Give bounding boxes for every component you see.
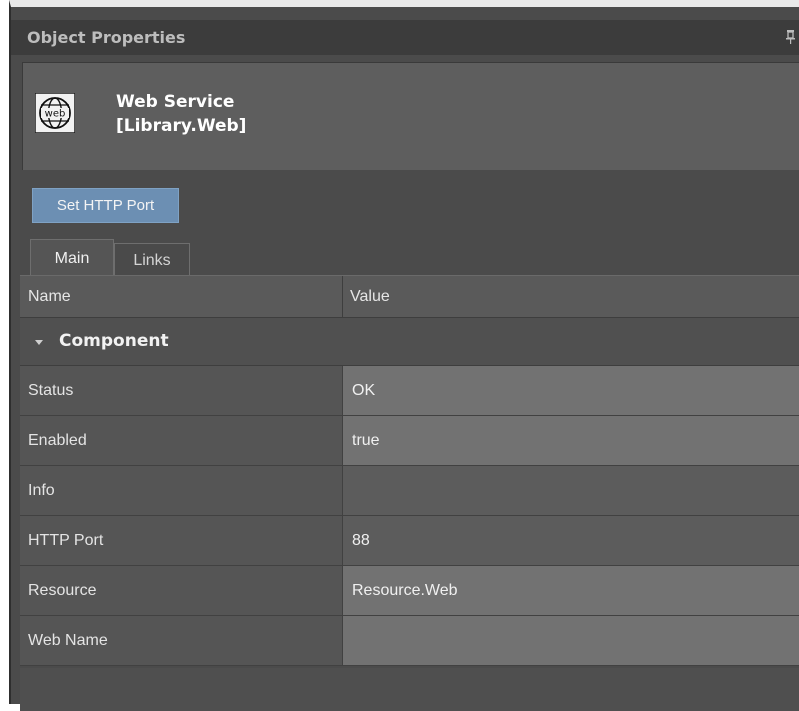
property-value[interactable]: Resource.Web: [342, 566, 799, 615]
group-row-component[interactable]: Component: [20, 318, 799, 366]
web-globe-icon: web: [35, 93, 75, 133]
set-http-port-button[interactable]: Set HTTP Port: [32, 188, 179, 223]
property-name: Enabled: [28, 431, 87, 449]
panel-title: Object Properties: [27, 28, 186, 47]
pin-icon[interactable]: [786, 30, 795, 44]
property-row-http-port[interactable]: HTTP Port 88: [20, 516, 799, 566]
tab-main[interactable]: Main: [30, 239, 114, 277]
property-row-web-name[interactable]: Web Name: [20, 616, 799, 666]
column-divider[interactable]: [342, 276, 343, 319]
column-header-name[interactable]: Name: [28, 288, 71, 306]
property-row-status[interactable]: Status OK: [20, 366, 799, 416]
property-name: Info: [28, 481, 55, 499]
property-name: Status: [28, 381, 74, 399]
object-header: web Web Service [Library.Web]: [22, 62, 799, 170]
property-name: Resource: [28, 581, 97, 599]
object-properties-panel: Object Properties web Web Service [Libra…: [9, 0, 799, 711]
grid-header: Name Value: [20, 275, 799, 319]
property-value[interactable]: 88: [342, 516, 799, 565]
chevron-down-icon[interactable]: [34, 339, 44, 346]
object-name: Web Service: [116, 92, 235, 112]
group-label: Component: [59, 331, 169, 351]
property-value[interactable]: [342, 466, 799, 515]
property-value[interactable]: [342, 616, 799, 665]
object-path: [Library.Web]: [116, 116, 247, 136]
property-row-resource[interactable]: Resource Resource.Web: [20, 566, 799, 616]
property-value[interactable]: OK: [342, 366, 799, 415]
property-row-info[interactable]: Info: [20, 466, 799, 516]
empty-grid-area: [20, 668, 799, 711]
panel-title-bar: Object Properties: [11, 20, 799, 55]
property-row-enabled[interactable]: Enabled true: [20, 416, 799, 466]
tab-links[interactable]: Links: [114, 243, 190, 277]
svg-text:web: web: [45, 109, 66, 120]
property-name: Web Name: [28, 631, 108, 649]
property-name: HTTP Port: [28, 531, 104, 549]
property-value[interactable]: true: [342, 416, 799, 465]
column-header-value[interactable]: Value: [350, 288, 390, 306]
